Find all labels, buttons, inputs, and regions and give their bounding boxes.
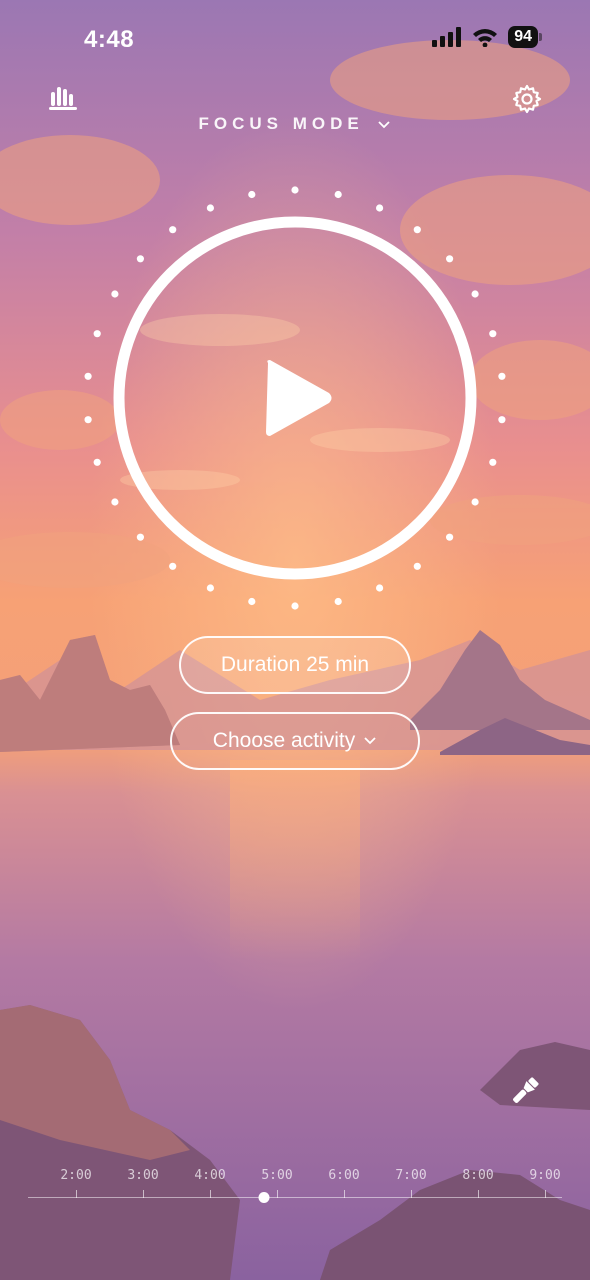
timeline-tick [143, 1190, 144, 1198]
time-slider[interactable]: 2:00 3:00 4:00 5:00 6:00 7:00 8:00 9:00 [0, 1160, 590, 1220]
dial-dot [291, 602, 299, 610]
timeline-tick [344, 1190, 345, 1198]
dial-dot [136, 533, 144, 541]
dial-dot [136, 255, 144, 263]
dial-dot [334, 597, 342, 606]
flashlight-button[interactable] [508, 1074, 542, 1113]
timeline-label: 8:00 [462, 1168, 494, 1183]
timeline-tick [76, 1190, 77, 1198]
timeline-tick [277, 1190, 278, 1198]
dial-dot [93, 458, 101, 466]
dial-dot [489, 330, 497, 338]
duration-label: Duration 25 min [220, 653, 370, 676]
dial-dot [489, 458, 497, 466]
dial-dot [498, 372, 506, 380]
dial-dot [169, 562, 177, 570]
timeline-tick [478, 1190, 479, 1198]
dial-dot [111, 290, 119, 298]
dial-dot [471, 498, 479, 506]
dial-dot [84, 416, 92, 424]
dial-dot [248, 190, 256, 199]
dial-dot [111, 498, 119, 506]
dial-dot [446, 533, 454, 541]
timeline-label: 3:00 [127, 1168, 159, 1183]
timeline-label: 9:00 [529, 1168, 561, 1183]
dial-dot [471, 290, 479, 298]
timeline-label: 7:00 [395, 1168, 427, 1183]
flashlight-icon [513, 1077, 539, 1103]
dial-dot [446, 255, 454, 263]
dial-dot [498, 416, 506, 424]
choose-activity-button[interactable]: Choose activity [170, 712, 420, 770]
dial-dot [206, 204, 214, 212]
timeline-tick [411, 1190, 412, 1198]
play-button[interactable] [235, 338, 355, 458]
dial-dot [84, 372, 92, 380]
dial-dot [291, 186, 299, 194]
dial-dot [169, 226, 177, 234]
dial-dot [248, 597, 256, 606]
timeline-label: 6:00 [328, 1168, 360, 1183]
slider-knob[interactable] [258, 1192, 270, 1203]
timeline-tick [545, 1190, 546, 1198]
slider-track [28, 1197, 562, 1198]
timeline-label: 4:00 [194, 1168, 226, 1183]
timeline-tick [210, 1190, 211, 1198]
dial-dot [376, 584, 384, 592]
dial-dot [413, 562, 421, 570]
timeline-label: 5:00 [261, 1168, 293, 1183]
duration-button[interactable]: Duration 25 min [179, 636, 411, 694]
timeline-label: 2:00 [60, 1168, 92, 1183]
dial-dot [206, 584, 214, 592]
dial-dot [334, 190, 342, 199]
dial-dot [413, 226, 421, 234]
activity-label: Choose activity [212, 729, 356, 752]
chevron-down-icon [364, 737, 376, 745]
dial-dot [376, 204, 384, 212]
dial-dot [93, 330, 101, 338]
timer-dial [84, 186, 506, 610]
